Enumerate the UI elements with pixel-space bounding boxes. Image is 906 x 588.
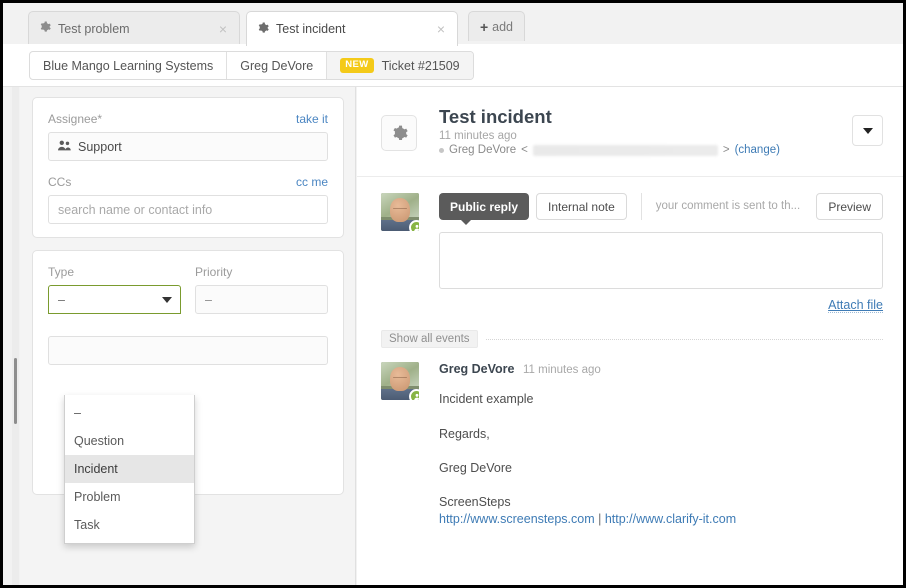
message-links: http://www.screensteps.com | http://www.… — [439, 512, 883, 526]
type-label: Type — [48, 265, 181, 279]
add-tab-button[interactable]: + add — [468, 11, 525, 41]
sidebar-scrollbar-thumb[interactable] — [14, 358, 17, 424]
breadcrumb-item-organization[interactable]: Blue Mango Learning Systems — [30, 52, 227, 79]
divider — [486, 339, 883, 340]
end-user-icon — [409, 389, 419, 400]
composer-toolbar: Public reply Internal note your comment … — [439, 193, 883, 220]
attach-row: Attach file — [439, 296, 883, 314]
tab-strip: Test problem × Test incident × + add — [3, 3, 903, 45]
obscured-field-row — [48, 336, 328, 388]
attach-file-link[interactable]: Attach file — [828, 298, 883, 313]
link-separator: | — [595, 512, 605, 526]
gear-icon — [39, 21, 51, 36]
priority-select[interactable]: – — [195, 285, 328, 314]
ccs-label-row: cc me CCs — [48, 175, 328, 189]
change-requester-link[interactable]: (change) — [735, 144, 780, 156]
email-open-bracket: < — [521, 144, 528, 156]
close-icon[interactable]: × — [435, 22, 447, 36]
breadcrumb-item-ticket[interactable]: NEW Ticket #21509 — [327, 52, 472, 79]
assignee-value: Support — [78, 140, 122, 154]
preview-button[interactable]: Preview — [816, 193, 883, 220]
screensteps-link[interactable]: http://www.screensteps.com — [439, 512, 595, 526]
redacted-email — [533, 145, 718, 156]
priority-selected-value: – — [205, 293, 212, 307]
type-option-problem[interactable]: Problem — [65, 483, 194, 511]
message-timestamp: 11 minutes ago — [523, 364, 601, 376]
tab-test-problem[interactable]: Test problem × — [28, 11, 240, 45]
priority-label: Priority — [195, 265, 328, 279]
type-dropdown-list[interactable]: – Question Incident Problem Task — [64, 395, 195, 544]
bullet-icon — [439, 148, 444, 153]
type-field-group: Type – — [48, 265, 181, 314]
message-header: Greg DeVore 11 minutes ago — [439, 362, 883, 376]
ticket-main-panel: Test incident 11 minutes ago Greg DeVore… — [357, 87, 903, 585]
message-body-line: Regards, — [439, 427, 883, 441]
chevron-down-icon — [863, 128, 873, 134]
tab-label: Test problem — [58, 22, 205, 36]
breadcrumb-bar: Blue Mango Learning Systems Greg DeVore … — [3, 44, 903, 87]
type-option-incident[interactable]: Incident — [65, 455, 194, 483]
email-close-bracket: > — [723, 144, 730, 156]
type-option-task[interactable]: Task — [65, 511, 194, 539]
ticket-header: Test incident 11 minutes ago Greg DeVore… — [357, 87, 903, 170]
ccs-input[interactable]: search name or contact info — [48, 195, 328, 224]
ccs-placeholder: search name or contact info — [58, 203, 212, 217]
type-select[interactable]: – — [48, 285, 181, 314]
breadcrumb-label: Blue Mango Learning Systems — [43, 59, 213, 73]
app-window: Test problem × Test incident × + add Blu… — [0, 0, 906, 588]
group-icon — [58, 140, 71, 154]
ccs-label: CCs — [48, 175, 328, 189]
assignee-field[interactable]: Support — [48, 132, 328, 161]
type-selected-value: – — [58, 293, 65, 307]
assignee-label-row: take it Assignee* — [48, 112, 328, 126]
tab-label: Test incident — [276, 22, 423, 36]
reply-composer: Public reply Internal note your comment … — [357, 177, 903, 314]
breadcrumb-item-user[interactable]: Greg DeVore — [227, 52, 327, 79]
breadcrumb-label: Greg DeVore — [240, 59, 313, 73]
assignee-label: Assignee* — [48, 112, 328, 126]
avatar — [381, 193, 419, 231]
breadcrumb-label: Ticket #21509 — [382, 59, 460, 73]
message-signature-company: ScreenSteps — [439, 495, 883, 509]
message-body-line: Incident example — [439, 392, 883, 406]
message-author[interactable]: Greg DeVore — [439, 362, 515, 376]
gear-icon — [257, 22, 269, 37]
priority-field-group: Priority – — [195, 265, 328, 314]
tab-test-incident[interactable]: Test incident × — [246, 11, 458, 46]
sidebar-scrollbar-track[interactable] — [12, 87, 19, 585]
end-user-icon — [409, 220, 419, 231]
message-body-line: Greg DeVore — [439, 461, 883, 475]
avatar — [381, 362, 419, 400]
thread-message: Greg DeVore 11 minutes ago Incident exam… — [357, 348, 903, 526]
ticket-options-button[interactable] — [852, 115, 883, 146]
type-option-dash[interactable]: – — [65, 399, 194, 427]
plus-icon: + — [480, 19, 488, 35]
page-title: Test incident — [439, 105, 883, 128]
gear-icon — [381, 115, 417, 151]
reply-textarea[interactable] — [439, 232, 883, 289]
chevron-down-icon — [162, 297, 172, 303]
requester-name: Greg DeVore — [449, 144, 516, 156]
cc-me-link[interactable]: cc me — [296, 175, 328, 189]
add-tab-label: add — [492, 20, 513, 34]
events-divider-row: Show all events — [381, 330, 883, 348]
close-icon[interactable]: × — [217, 22, 229, 36]
ticket-timestamp: 11 minutes ago — [439, 130, 883, 142]
status-badge: NEW — [340, 58, 373, 72]
ticket-requester-row: Greg DeVore < > (change) — [439, 144, 883, 156]
obscured-field[interactable] — [48, 336, 328, 365]
type-option-question[interactable]: Question — [65, 427, 194, 455]
ticket-properties-sidebar: take it Assignee* Support cc me — [20, 87, 356, 585]
breadcrumb: Blue Mango Learning Systems Greg DeVore … — [29, 51, 474, 80]
public-reply-tab[interactable]: Public reply — [439, 193, 529, 220]
clarify-link[interactable]: http://www.clarify-it.com — [605, 512, 736, 526]
obscured-field-label — [48, 374, 328, 388]
show-all-events-button[interactable]: Show all events — [381, 330, 478, 348]
internal-note-tab[interactable]: Internal note — [536, 193, 627, 220]
take-it-link[interactable]: take it — [296, 112, 328, 126]
comment-visibility-hint: your comment is sent to th... — [641, 193, 800, 220]
assignee-panel: take it Assignee* Support cc me — [32, 97, 344, 238]
